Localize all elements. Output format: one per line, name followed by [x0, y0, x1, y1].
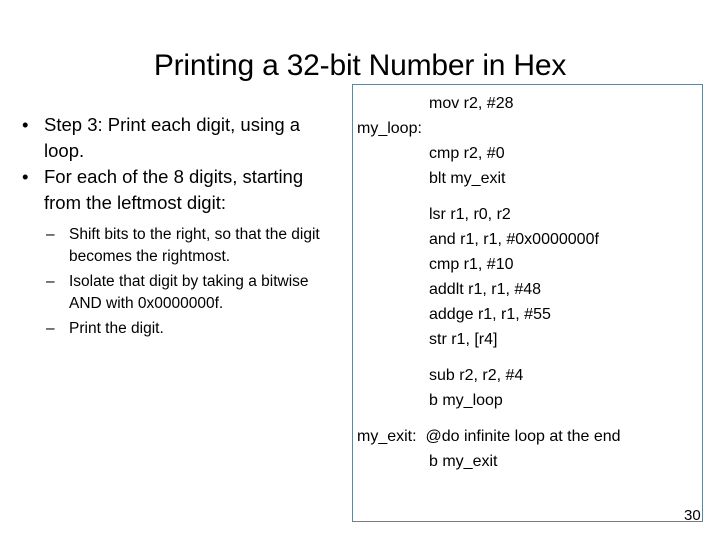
code-line: mov r2, #28	[429, 95, 514, 112]
code-line: and r1, r1, #0x0000000f	[429, 231, 599, 248]
list-item: • Step 3: Print each digit, using a loop…	[14, 112, 344, 163]
code-line: str r1, [r4]	[429, 331, 498, 348]
bullet-marker-icon: •	[22, 166, 29, 187]
bullet-text: For each of the 8 digits, starting from …	[44, 166, 304, 213]
list-item: • For each of the 8 digits, starting fro…	[14, 164, 344, 215]
code-line: my_exit: @do infinite loop at the end	[357, 428, 621, 445]
list-item: – Print the digit.	[40, 318, 344, 340]
list-item: – Isolate that digit by taking a bitwise…	[40, 271, 344, 314]
code-line: b my_loop	[429, 392, 503, 409]
dash-marker-icon: –	[46, 320, 55, 337]
bullet-text: Step 3: Print each digit, using a loop.	[44, 114, 301, 161]
code-line: cmp r2, #0	[429, 145, 505, 162]
bullet-column: • Step 3: Print each digit, using a loop…	[14, 112, 344, 344]
code-line: addge r1, r1, #55	[429, 306, 551, 323]
sub-bullet-text: Isolate that digit by taking a bitwise A…	[69, 273, 309, 312]
bullet-marker-icon: •	[22, 114, 29, 135]
code-line: addlt r1, r1, #48	[429, 281, 542, 298]
sub-bullet-list: – Shift bits to the right, so that the d…	[14, 224, 344, 340]
list-item: – Shift bits to the right, so that the d…	[40, 224, 344, 267]
dash-marker-icon: –	[46, 226, 55, 243]
code-line: cmp r1, #10	[429, 256, 514, 273]
code-listing-box: mov r2, #28 my_loop:cmp r2, #0 blt my_exit…	[352, 84, 703, 522]
sub-bullet-text: Print the digit.	[69, 320, 164, 337]
page-title: Printing a 32-bit Number in Hex	[153, 49, 567, 83]
sub-bullet-text: Shift bits to the right, so that the dig…	[69, 226, 320, 265]
dash-marker-icon: –	[46, 273, 55, 290]
page-number: 30	[684, 507, 701, 524]
code-line: my_loop:	[357, 120, 422, 137]
code-line: lsr r1, r0, r2	[429, 206, 511, 223]
code-line: b my_exit	[429, 453, 498, 470]
code-line: sub r2, r2, #4	[429, 367, 524, 384]
code-line: blt my_exit	[429, 170, 506, 187]
